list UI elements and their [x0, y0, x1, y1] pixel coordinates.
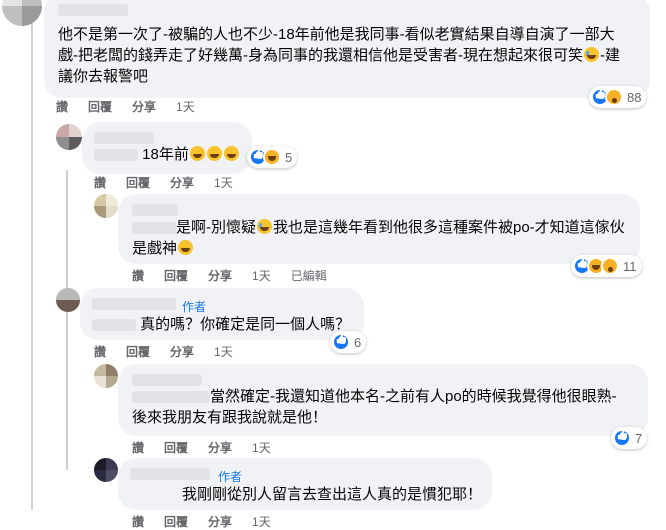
like-reaction-icon	[613, 429, 631, 447]
comment-bubble: 當然確定-我還知道他本名-之前有人po的時候我覺得他很眼熟- 後來我朋友有跟我說…	[118, 364, 648, 436]
comment-text: 我剛剛從別人留言去查出這人真的是慣犯耶！	[182, 486, 483, 503]
avatar[interactable]	[94, 458, 118, 482]
comment-actions: 讚 回覆 分享 1天	[94, 343, 253, 360]
timestamp[interactable]: 1天	[214, 343, 233, 360]
comment-actions: 讚 回覆 分享 1天 已編輯	[132, 267, 347, 284]
comment-bubble: 作者 真的嗎？你確定是同一個人嗎？	[80, 288, 364, 340]
timestamp[interactable]: 1天	[252, 513, 271, 530]
like-button[interactable]: 讚	[94, 174, 106, 191]
reaction-summary[interactable]: 11	[571, 255, 642, 277]
wow-reaction-icon	[601, 257, 619, 275]
reply-button[interactable]: 回覆	[126, 174, 150, 191]
grin-emoji-icon	[223, 146, 239, 161]
avatar[interactable]	[94, 364, 118, 388]
reply-button[interactable]: 回覆	[164, 267, 188, 284]
comment-text: 議你去報警吧	[58, 68, 149, 85]
reaction-count: 7	[635, 430, 643, 446]
comment-bubble: 是啊-別懷疑 我也是這幾年看到他很多這種案件被po-才知道這傢伙 是戲神	[118, 194, 640, 264]
grin-sweat-emoji-icon	[257, 219, 272, 234]
share-button[interactable]: 分享	[208, 513, 232, 530]
reply-button[interactable]: 回覆	[126, 343, 150, 360]
commenter-name[interactable]	[58, 4, 128, 16]
comment-text: 我也是這幾年看到他很多這種案件被po-才知道這傢伙	[273, 219, 625, 236]
reaction-count: 5	[285, 149, 293, 165]
reaction-count: 88	[627, 89, 642, 105]
comment-actions: 讚 回覆 分享 1天	[132, 439, 291, 456]
like-button[interactable]: 讚	[132, 439, 144, 456]
comment-actions: 讚 回覆 分享 1天	[132, 513, 291, 530]
wow-reaction-icon	[605, 88, 623, 106]
like-button[interactable]: 讚	[56, 98, 68, 115]
share-button[interactable]: 分享	[208, 267, 232, 284]
comment-actions: 讚 回覆 分享 1天	[94, 174, 253, 191]
reaction-summary[interactable]: 6	[330, 331, 367, 353]
commenter-name[interactable]	[130, 468, 210, 480]
share-button[interactable]: 分享	[208, 439, 232, 456]
reaction-summary[interactable]: 5	[247, 146, 298, 168]
comment-bubble: 作者 我剛剛從別人留言去查出這人真的是慣犯耶！	[118, 458, 492, 510]
reaction-count: 6	[354, 334, 362, 350]
comment-text: 戲-把老闆的錢弄走了好幾萬-身為同事的我還相信他是受害者-現在想起來很可笑 -建	[58, 47, 620, 64]
reaction-count: 11	[623, 258, 637, 274]
comment-text: 後來我朋友有跟我說就是他！	[132, 409, 328, 426]
timestamp[interactable]: 1天	[252, 267, 271, 284]
share-button[interactable]: 分享	[170, 343, 194, 360]
avatar[interactable]	[56, 288, 80, 312]
avatar[interactable]	[2, 0, 42, 26]
comment-bubble: 他不是第一次了-被騙的人也不少-18年前他是我同事-看似老實結果自導自演了一部大…	[44, 0, 650, 98]
like-button[interactable]: 讚	[132, 513, 144, 530]
laugh-emoji-icon	[178, 240, 194, 255]
comment-bubble: 18年前	[82, 122, 252, 174]
comment-actions: 讚 回覆 分享 1天	[56, 98, 215, 115]
comment-text: 他不是第一次了-被騙的人也不少-18年前他是我同事-看似老實結果自導自演了一部大	[58, 26, 615, 43]
haha-reaction-icon	[263, 148, 281, 166]
share-button[interactable]: 分享	[170, 174, 194, 191]
commenter-name[interactable]	[132, 374, 202, 386]
reaction-summary[interactable]: 88	[589, 86, 647, 108]
like-button[interactable]: 讚	[132, 267, 144, 284]
avatar[interactable]	[56, 124, 82, 150]
share-button[interactable]: 分享	[132, 98, 156, 115]
comment-text: 真的嗎？你確定是同一個人嗎？	[140, 316, 351, 333]
grin-emoji-icon	[206, 146, 222, 161]
comment-text: 當然確定-我還知道他本名-之前有人po的時候我覺得他很眼熟-	[210, 388, 617, 405]
commenter-name[interactable]	[92, 298, 176, 310]
comment-text: 是戲神	[132, 240, 178, 257]
rofl-emoji-icon	[584, 47, 599, 62]
timestamp[interactable]: 1天	[176, 98, 195, 115]
reply-button[interactable]: 回覆	[88, 98, 112, 115]
like-button[interactable]: 讚	[94, 343, 106, 360]
comment-text: 18年前	[142, 146, 189, 163]
like-reaction-icon	[332, 333, 350, 351]
reply-button[interactable]: 回覆	[164, 439, 188, 456]
grin-emoji-icon	[189, 146, 205, 161]
commenter-name[interactable]	[132, 204, 178, 216]
timestamp[interactable]: 1天	[214, 174, 233, 191]
thread-line-branch	[66, 170, 68, 470]
reaction-summary[interactable]: 7	[611, 427, 648, 449]
edited-label[interactable]: 已編輯	[291, 267, 327, 284]
comment-text: 是啊-別懷疑	[176, 219, 256, 236]
avatar[interactable]	[94, 194, 118, 218]
reply-button[interactable]: 回覆	[164, 513, 188, 530]
thread-line-main	[31, 20, 33, 510]
commenter-name[interactable]	[94, 132, 154, 144]
timestamp[interactable]: 1天	[252, 439, 271, 456]
